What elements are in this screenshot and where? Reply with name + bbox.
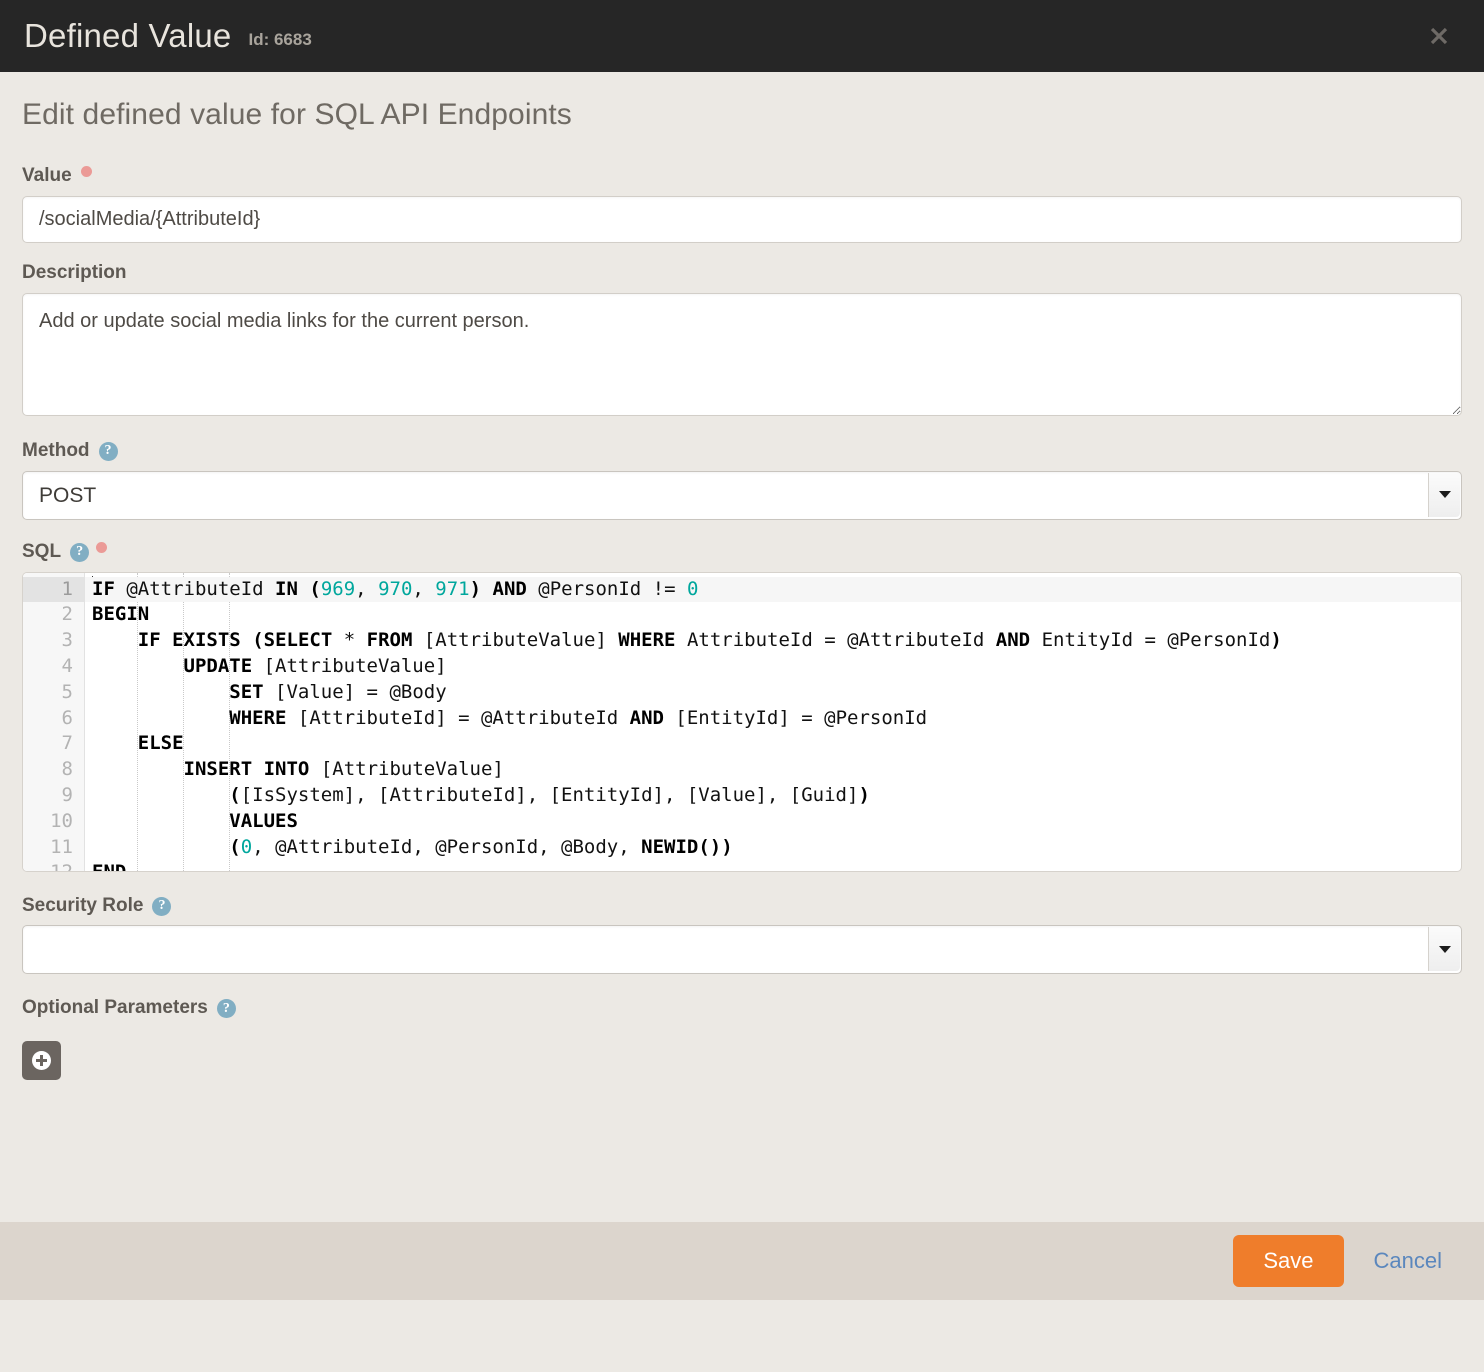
help-icon[interactable]: ? bbox=[152, 896, 172, 916]
field-security-role: Security Role ? bbox=[22, 894, 1462, 975]
code-line: BEGIN bbox=[92, 603, 150, 626]
code-line-number: 3 bbox=[61, 629, 73, 652]
field-method: Method ? POST bbox=[22, 439, 1462, 520]
description-textarea[interactable]: Add or update social media links for the… bbox=[22, 292, 1462, 416]
modal-title-bar: Defined Value Id: 6683 bbox=[0, 0, 1484, 72]
description-label: Description bbox=[22, 261, 1462, 284]
code-line-number: 1 bbox=[23, 576, 84, 603]
code-line: IF @AttributeId IN (969, 970, 971) AND @… bbox=[85, 576, 1461, 603]
code-line-number: 10 bbox=[50, 809, 73, 832]
method-label-text: Method bbox=[22, 439, 90, 461]
page-title: Defined Value bbox=[24, 17, 232, 54]
description-label-text: Description bbox=[22, 261, 127, 283]
optional-parameters-label-text: Optional Parameters bbox=[22, 997, 208, 1019]
code-line-number-gutter: 123456789101112 bbox=[23, 572, 85, 871]
code-line: END bbox=[85, 860, 1461, 870]
method-label: Method ? bbox=[22, 439, 1462, 462]
help-icon[interactable]: ? bbox=[70, 542, 90, 562]
close-icon[interactable] bbox=[1424, 21, 1454, 51]
modal-subtitle: Edit defined value for SQL API Endpoints bbox=[22, 98, 572, 131]
sql-label-text: SQL bbox=[22, 540, 62, 562]
code-line: ([IsSystem], [AttributeId], [EntityId], … bbox=[229, 783, 870, 806]
code-line-number: 6 bbox=[61, 706, 73, 729]
code-line-number: 8 bbox=[61, 758, 73, 781]
code-line: WHERE [AttributeId] = @AttributeId AND [… bbox=[229, 706, 928, 729]
required-indicator-icon bbox=[96, 541, 108, 553]
value-label-text: Value bbox=[22, 165, 72, 186]
method-select[interactable]: POST bbox=[22, 470, 1462, 520]
security-role-select[interactable] bbox=[22, 925, 1462, 975]
code-line-number: 7 bbox=[61, 732, 73, 755]
code-line-number: 2 bbox=[61, 603, 73, 626]
code-line-number: 5 bbox=[61, 680, 73, 703]
sql-label: SQL ? bbox=[22, 540, 1462, 563]
add-parameter-button[interactable] bbox=[22, 1041, 61, 1081]
modal-body: Edit defined value for SQL API Endpoints… bbox=[0, 72, 1484, 1372]
help-icon[interactable]: ? bbox=[98, 441, 118, 461]
security-role-label-text: Security Role bbox=[22, 894, 144, 916]
code-line-number: 12 bbox=[23, 860, 84, 870]
code-line-number: 11 bbox=[50, 835, 73, 858]
security-role-label: Security Role ? bbox=[22, 894, 1462, 917]
code-line: (0, @AttributeId, @PersonId, @Body, NEWI… bbox=[229, 835, 733, 858]
sql-code-editor[interactable]: 123456789101112 IF @AttributeId IN (969,… bbox=[22, 571, 1462, 872]
save-button[interactable]: Save bbox=[1233, 1235, 1344, 1287]
help-icon[interactable]: ? bbox=[216, 999, 236, 1019]
field-value: Value bbox=[22, 165, 1462, 243]
field-description: Description Add or update social media l… bbox=[22, 261, 1462, 421]
code-line-number: 4 bbox=[61, 654, 73, 677]
security-role-select-wrapper bbox=[22, 925, 1462, 975]
code-line: INSERT INTO [AttributeValue] bbox=[183, 758, 504, 781]
cancel-button[interactable]: Cancel bbox=[1370, 1242, 1446, 1280]
code-line: UPDATE [AttributeValue] bbox=[183, 654, 447, 677]
field-sql: SQL ? 123456789101112 IF @AttributeId IN… bbox=[22, 540, 1462, 872]
record-id-label: Id: 6683 bbox=[248, 30, 312, 49]
code-line-number: 9 bbox=[61, 783, 73, 806]
field-optional-parameters: Optional Parameters ? bbox=[22, 998, 1462, 1081]
code-line: SET [Value] = @Body bbox=[229, 680, 447, 703]
code-text-area[interactable]: IF @AttributeId IN (969, 970, 971) AND @… bbox=[85, 572, 1461, 871]
code-line: ELSE bbox=[137, 732, 184, 755]
plus-circle-icon bbox=[32, 1051, 51, 1071]
method-select-wrapper: POST bbox=[22, 470, 1462, 520]
code-line: IF EXISTS (SELECT * FROM [AttributeValue… bbox=[137, 629, 1282, 652]
code-line: VALUES bbox=[229, 809, 298, 832]
required-indicator-icon bbox=[80, 165, 92, 177]
value-input[interactable] bbox=[22, 195, 1462, 243]
optional-parameters-label: Optional Parameters ? bbox=[22, 998, 1462, 1019]
modal-footer: Save Cancel bbox=[0, 1222, 1484, 1300]
value-label: Value bbox=[22, 165, 1462, 187]
